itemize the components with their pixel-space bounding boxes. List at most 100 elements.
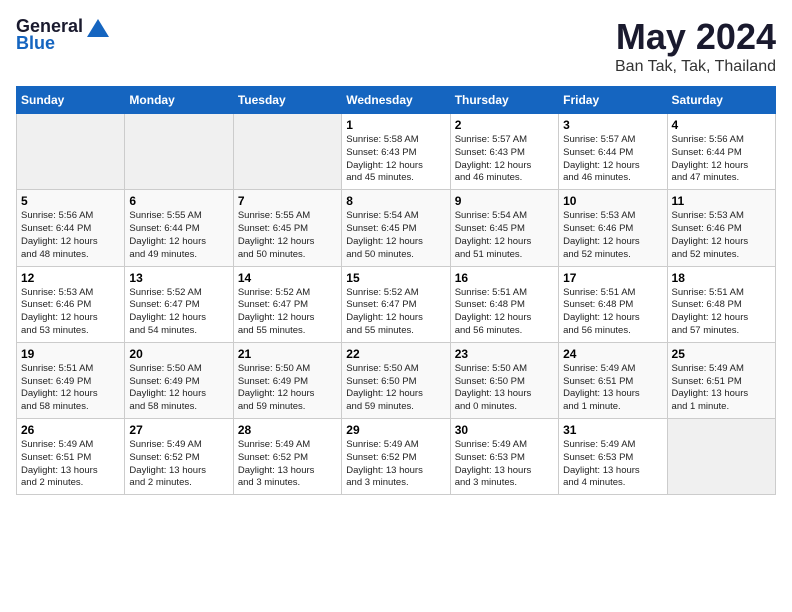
day-number: 24	[563, 347, 662, 361]
logo-icon	[87, 19, 109, 37]
calendar-header-saturday: Saturday	[667, 87, 775, 114]
day-number: 5	[21, 194, 120, 208]
logo: General Blue	[16, 16, 109, 54]
calendar-cell	[667, 419, 775, 495]
day-number: 6	[129, 194, 228, 208]
day-number: 9	[455, 194, 554, 208]
day-info: Sunrise: 5:54 AM Sunset: 6:45 PM Dayligh…	[346, 210, 445, 261]
calendar-cell	[233, 114, 341, 190]
calendar-cell	[17, 114, 125, 190]
calendar-week-1: 1 Sunrise: 5:58 AM Sunset: 6:43 PM Daylig…	[17, 114, 776, 190]
calendar-cell: 18Sunrise: 5:51 AM Sunset: 6:48 PM Dayli…	[667, 266, 775, 342]
page-header: General Blue May 2024 Ban Tak, Tak, Thai…	[16, 16, 776, 76]
calendar-cell: 13Sunrise: 5:52 AM Sunset: 6:47 PM Dayli…	[125, 266, 233, 342]
calendar-week-2: 5 Sunrise: 5:56 AM Sunset: 6:44 PM Daylig…	[17, 190, 776, 266]
day-number: 31	[563, 423, 662, 437]
calendar-cell: 29 Sunrise: 5:49 AM Sunset: 6:52 PM Dayli…	[342, 419, 450, 495]
day-number: 4	[672, 118, 771, 132]
day-info: Sunrise: 5:49 AM Sunset: 6:51 PM Dayligh…	[563, 363, 662, 414]
day-number: 3	[563, 118, 662, 132]
calendar-cell: 14 Sunrise: 5:52 AM Sunset: 6:47 PM Dayli…	[233, 266, 341, 342]
day-info: Sunrise: 5:52 AM Sunset: 6:47 PM Dayligh…	[346, 287, 445, 338]
day-number: 27	[129, 423, 228, 437]
day-number: 22	[346, 347, 445, 361]
calendar-cell: 20Sunrise: 5:50 AM Sunset: 6:49 PM Dayli…	[125, 342, 233, 418]
day-number: 19	[21, 347, 120, 361]
calendar-header-wednesday: Wednesday	[342, 87, 450, 114]
day-number: 10	[563, 194, 662, 208]
calendar-cell: 28 Sunrise: 5:49 AM Sunset: 6:52 PM Dayli…	[233, 419, 341, 495]
calendar-cell: 31 Sunrise: 5:49 AM Sunset: 6:53 PM Dayli…	[559, 419, 667, 495]
calendar-cell: 3Sunrise: 5:57 AM Sunset: 6:44 PM Daylig…	[559, 114, 667, 190]
day-info: Sunrise: 5:49 AM Sunset: 6:52 PM Dayligh…	[238, 439, 337, 490]
day-number: 28	[238, 423, 337, 437]
calendar-header-tuesday: Tuesday	[233, 87, 341, 114]
calendar-cell: 23Sunrise: 5:50 AM Sunset: 6:50 PM Dayli…	[450, 342, 558, 418]
day-info: Sunrise: 5:49 AM Sunset: 6:52 PM Dayligh…	[346, 439, 445, 490]
day-info: Sunrise: 5:56 AM Sunset: 6:44 PM Dayligh…	[21, 210, 120, 261]
day-info: Sunrise: 5:58 AM Sunset: 6:43 PM Dayligh…	[346, 134, 445, 185]
calendar-cell: 26 Sunrise: 5:49 AM Sunset: 6:51 PM Dayli…	[17, 419, 125, 495]
day-info: Sunrise: 5:49 AM Sunset: 6:53 PM Dayligh…	[455, 439, 554, 490]
day-number: 29	[346, 423, 445, 437]
day-info: Sunrise: 5:51 AM Sunset: 6:48 PM Dayligh…	[563, 287, 662, 338]
day-info: Sunrise: 5:54 AM Sunset: 6:45 PM Dayligh…	[455, 210, 554, 261]
calendar-cell: 16 Sunrise: 5:51 AM Sunset: 6:48 PM Dayli…	[450, 266, 558, 342]
day-number: 1	[346, 118, 445, 132]
calendar-cell: 27 Sunrise: 5:49 AM Sunset: 6:52 PM Dayli…	[125, 419, 233, 495]
calendar-cell: 12Sunrise: 5:53 AM Sunset: 6:46 PM Dayli…	[17, 266, 125, 342]
day-info: Sunrise: 5:51 AM Sunset: 6:48 PM Dayligh…	[455, 287, 554, 338]
calendar-cell: 11 Sunrise: 5:53 AM Sunset: 6:46 PM Dayli…	[667, 190, 775, 266]
day-number: 7	[238, 194, 337, 208]
calendar-cell: 30 Sunrise: 5:49 AM Sunset: 6:53 PM Dayli…	[450, 419, 558, 495]
day-info: Sunrise: 5:52 AM Sunset: 6:47 PM Dayligh…	[238, 287, 337, 338]
calendar-cell: 24 Sunrise: 5:49 AM Sunset: 6:51 PM Dayli…	[559, 342, 667, 418]
day-number: 25	[672, 347, 771, 361]
day-number: 30	[455, 423, 554, 437]
day-number: 21	[238, 347, 337, 361]
day-info: Sunrise: 5:57 AM Sunset: 6:43 PM Dayligh…	[455, 134, 554, 185]
day-number: 2	[455, 118, 554, 132]
logo-blue: Blue	[16, 33, 55, 54]
calendar-cell: 22 Sunrise: 5:50 AM Sunset: 6:50 PM Dayli…	[342, 342, 450, 418]
calendar-cell: 17 Sunrise: 5:51 AM Sunset: 6:48 PM Dayli…	[559, 266, 667, 342]
day-info: Sunrise: 5:53 AM Sunset: 6:46 PM Dayligh…	[672, 210, 771, 261]
day-number: 16	[455, 271, 554, 285]
calendar-cell: 1 Sunrise: 5:58 AM Sunset: 6:43 PM Daylig…	[342, 114, 450, 190]
day-info: Sunrise: 5:49 AM Sunset: 6:52 PM Dayligh…	[129, 439, 228, 490]
calendar-cell: 6 Sunrise: 5:55 AM Sunset: 6:44 PM Daylig…	[125, 190, 233, 266]
day-number: 26	[21, 423, 120, 437]
day-number: 14	[238, 271, 337, 285]
month-title: May 2024	[615, 16, 776, 58]
day-number: 17	[563, 271, 662, 285]
day-info: Sunrise: 5:51 AM Sunset: 6:48 PM Dayligh…	[672, 287, 771, 338]
day-number: 20	[129, 347, 228, 361]
calendar-cell: 2 Sunrise: 5:57 AM Sunset: 6:43 PM Daylig…	[450, 114, 558, 190]
day-info: Sunrise: 5:55 AM Sunset: 6:44 PM Dayligh…	[129, 210, 228, 261]
calendar-cell: 9 Sunrise: 5:54 AM Sunset: 6:45 PM Daylig…	[450, 190, 558, 266]
calendar-cell: 7 Sunrise: 5:55 AM Sunset: 6:45 PM Daylig…	[233, 190, 341, 266]
calendar-cell: 25Sunrise: 5:49 AM Sunset: 6:51 PM Dayli…	[667, 342, 775, 418]
day-info: Sunrise: 5:55 AM Sunset: 6:45 PM Dayligh…	[238, 210, 337, 261]
day-number: 11	[672, 194, 771, 208]
day-info: Sunrise: 5:56 AM Sunset: 6:44 PM Dayligh…	[672, 134, 771, 185]
calendar-cell: 10Sunrise: 5:53 AM Sunset: 6:46 PM Dayli…	[559, 190, 667, 266]
day-number: 12	[21, 271, 120, 285]
day-number: 15	[346, 271, 445, 285]
day-info: Sunrise: 5:50 AM Sunset: 6:49 PM Dayligh…	[238, 363, 337, 414]
day-info: Sunrise: 5:51 AM Sunset: 6:49 PM Dayligh…	[21, 363, 120, 414]
day-number: 8	[346, 194, 445, 208]
calendar: SundayMondayTuesdayWednesdayThursdayFrid…	[16, 86, 776, 495]
calendar-header-sunday: Sunday	[17, 87, 125, 114]
calendar-header-friday: Friday	[559, 87, 667, 114]
calendar-cell: 5 Sunrise: 5:56 AM Sunset: 6:44 PM Daylig…	[17, 190, 125, 266]
location-title: Ban Tak, Tak, Thailand	[615, 58, 776, 76]
day-info: Sunrise: 5:49 AM Sunset: 6:51 PM Dayligh…	[21, 439, 120, 490]
calendar-week-4: 19 Sunrise: 5:51 AM Sunset: 6:49 PM Dayli…	[17, 342, 776, 418]
day-info: Sunrise: 5:50 AM Sunset: 6:50 PM Dayligh…	[346, 363, 445, 414]
calendar-week-5: 26 Sunrise: 5:49 AM Sunset: 6:51 PM Dayli…	[17, 419, 776, 495]
day-info: Sunrise: 5:49 AM Sunset: 6:53 PM Dayligh…	[563, 439, 662, 490]
day-info: Sunrise: 5:50 AM Sunset: 6:50 PM Dayligh…	[455, 363, 554, 414]
calendar-cell: 4 Sunrise: 5:56 AM Sunset: 6:44 PM Daylig…	[667, 114, 775, 190]
calendar-cell: 19 Sunrise: 5:51 AM Sunset: 6:49 PM Dayli…	[17, 342, 125, 418]
